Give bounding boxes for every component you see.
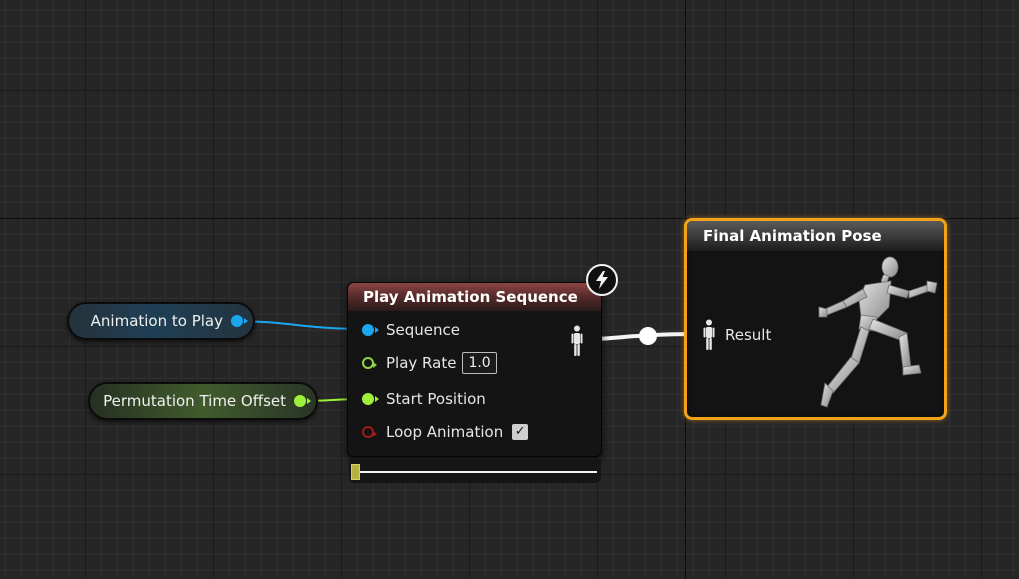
input-pin-icon[interactable] — [362, 324, 379, 336]
lightning-icon-glyph — [596, 271, 608, 289]
wire-reroute-knot[interactable] — [639, 327, 657, 345]
play-animation-sequence-node[interactable]: Play Animation Sequence Sequence Play Ra… — [347, 282, 602, 457]
playback-timeline[interactable] — [349, 459, 601, 483]
variable-label: Animation to Play — [90, 312, 223, 330]
pin-label: Loop Animation — [386, 423, 504, 441]
input-pin-icon[interactable] — [362, 426, 377, 438]
pin-label: Result — [725, 326, 772, 344]
loop-animation-checkbox[interactable]: ✓ — [512, 424, 529, 440]
pin-start-position[interactable]: Start Position — [362, 390, 486, 408]
pin-result[interactable]: Result — [703, 319, 771, 351]
pin-play-rate[interactable]: Play Rate 1.0 — [362, 352, 497, 374]
input-pin-icon[interactable] — [362, 357, 377, 369]
pin-label: Sequence — [386, 321, 460, 339]
output-pin-icon[interactable] — [231, 315, 248, 327]
running-mannequin-icon — [818, 256, 938, 408]
timeline-scrub-handle[interactable] — [351, 464, 360, 480]
node-header[interactable]: Final Animation Pose — [687, 221, 944, 251]
variable-label: Permutation Time Offset — [103, 392, 286, 410]
lightning-icon — [586, 264, 618, 296]
pin-label: Start Position — [386, 390, 486, 408]
node-header[interactable]: Play Animation Sequence — [348, 283, 601, 311]
pin-loop-animation[interactable]: Loop Animation ✓ — [362, 423, 529, 441]
pin-sequence[interactable]: Sequence — [362, 321, 460, 339]
input-pin-icon[interactable] — [362, 393, 379, 405]
node-title: Play Animation Sequence — [363, 288, 578, 306]
play-rate-input[interactable]: 1.0 — [462, 352, 497, 374]
final-animation-pose-node[interactable]: Final Animation Pose Result — [684, 218, 947, 420]
pose-input-pin-icon[interactable] — [703, 319, 715, 351]
pin-label: Play Rate — [386, 354, 457, 372]
node-title: Final Animation Pose — [703, 227, 882, 245]
variable-animation-to-play[interactable]: Animation to Play — [67, 302, 255, 340]
output-pin-icon[interactable] — [294, 395, 311, 407]
variable-permutation-time-offset[interactable]: Permutation Time Offset — [88, 382, 318, 420]
timeline-track[interactable] — [355, 471, 597, 473]
pose-output-pin-icon[interactable] — [571, 325, 583, 357]
